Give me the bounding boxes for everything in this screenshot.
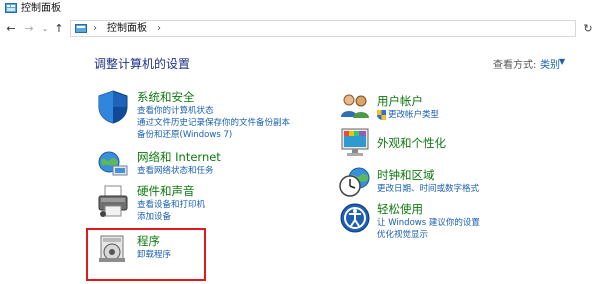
link-optimize-visual-display[interactable]: 优化视觉显示: [377, 230, 428, 241]
link-let-windows-suggest[interactable]: 让 Windows 建议你的设置: [377, 218, 480, 229]
link-devices-printers[interactable]: 查看设备和打印机: [137, 200, 205, 211]
link-add-device[interactable]: 添加设备: [137, 212, 171, 223]
link-change-date-time-format[interactable]: 更改日期、时间或数字格式: [377, 184, 479, 195]
users-icon[interactable]: [339, 93, 371, 119]
title-bar: 控制面板: [0, 0, 600, 18]
up-arrow-icon[interactable]: ↑: [52, 22, 66, 36]
link-backup-restore[interactable]: 备份和还原(Windows 7): [137, 130, 232, 141]
page-title: 调整计算机的设置: [94, 57, 191, 71]
breadcrumb-separator-icon[interactable]: ›: [157, 22, 161, 36]
back-arrow-icon[interactable]: ←: [4, 22, 18, 36]
breadcrumb-control-panel[interactable]: 控制面板: [107, 22, 147, 36]
link-view-network-status[interactable]: 查看网络状态和任务: [137, 166, 214, 177]
category-hardware-sound[interactable]: 硬件和声音: [137, 184, 195, 198]
highlight-box: [86, 228, 206, 281]
chevron-down-icon[interactable]: ▼: [559, 57, 565, 66]
clock-globe-icon[interactable]: [339, 166, 371, 198]
forward-arrow-icon[interactable]: →: [22, 22, 36, 36]
link-change-account-type[interactable]: 更改帐户类型: [388, 110, 439, 121]
printer-icon[interactable]: [97, 184, 129, 218]
network-globe-icon[interactable]: [97, 150, 129, 178]
view-by-label: 查看方式:: [493, 60, 537, 71]
category-appearance-personalization[interactable]: 外观和个性化: [377, 136, 446, 150]
link-view-computer-status[interactable]: 查看你的计算机状态: [137, 106, 214, 117]
view-by-dropdown[interactable]: 类别: [540, 56, 560, 71]
window-title: 控制面板: [21, 3, 61, 14]
chevron-down-icon[interactable]: ⌄: [38, 22, 52, 36]
control-panel-icon: [75, 24, 87, 33]
navigation-bar: ← → ⌄ ↑ › 控制面板 › ↻: [0, 18, 600, 40]
shield-icon[interactable]: [97, 90, 129, 124]
address-bar[interactable]: › 控制面板 ›: [70, 20, 576, 37]
category-network-internet[interactable]: 网络和 Internet: [137, 150, 221, 164]
category-clock-region[interactable]: 时钟和区域: [377, 168, 435, 182]
control-panel-icon: [5, 3, 17, 13]
category-user-accounts[interactable]: 用户帐户: [377, 94, 423, 108]
breadcrumb-separator-icon[interactable]: ›: [93, 22, 97, 36]
uac-shield-icon: [377, 110, 386, 120]
appearance-icon[interactable]: [339, 126, 371, 158]
ease-of-access-icon[interactable]: [339, 202, 371, 234]
link-file-history-backup[interactable]: 通过文件历史记录保存你的文件备份副本: [137, 118, 290, 129]
category-ease-of-access[interactable]: 轻松使用: [377, 202, 423, 216]
category-system-security[interactable]: 系统和安全: [137, 90, 195, 104]
refresh-icon[interactable]: ↻: [580, 20, 596, 37]
